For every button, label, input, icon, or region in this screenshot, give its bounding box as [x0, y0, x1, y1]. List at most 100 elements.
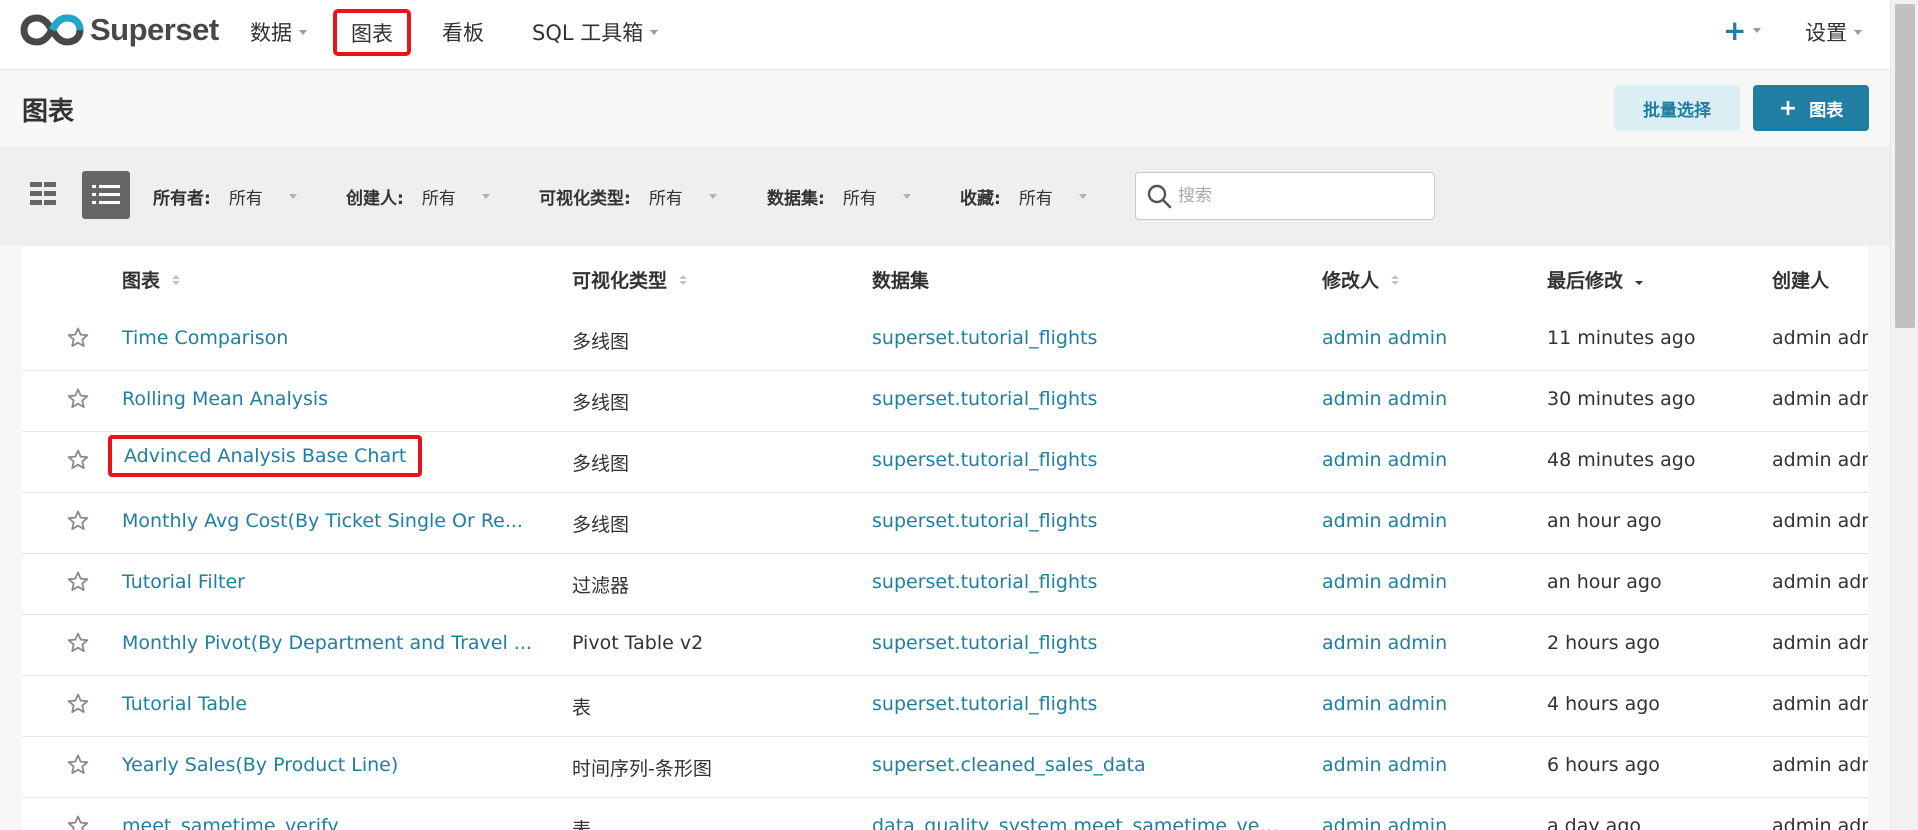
chart-name-link[interactable]: Tutorial Table [122, 693, 247, 715]
star-icon[interactable] [66, 387, 90, 415]
table-row: Time Comparison 多线图 superset.tutorial_flig… [22, 310, 1868, 371]
filter-bar: 所有者: 所有 创建人: 所有 可视化类型: 所有 数据集: 所有 收藏: 所有 [0, 146, 1890, 246]
viz-type-cell: 过滤器 [572, 575, 630, 597]
scrollbar-thumb[interactable] [1895, 4, 1915, 328]
dataset-link[interactable]: superset.cleaned_sales_data [872, 754, 1146, 776]
created-by-cell: admin admin [1772, 632, 1868, 654]
filter-owner-label: 所有者: [153, 189, 211, 209]
star-icon[interactable] [66, 326, 90, 354]
table-row: Tutorial Filter 过滤器 superset.tutorial_flig… [22, 554, 1868, 615]
filter-viz-type-value: 所有 [648, 189, 683, 209]
modified-by-link[interactable]: admin admin [1322, 754, 1447, 776]
modified-by-link[interactable]: admin admin [1322, 327, 1447, 349]
nav-sql-lab-menu[interactable]: SQL 工具箱 [532, 17, 659, 47]
table-row: Monthly Avg Cost(By Ticket Single Or Re.… [22, 493, 1868, 554]
star-icon[interactable] [66, 570, 90, 598]
add-chart-button[interactable]: + 图表 [1753, 85, 1869, 131]
column-header-modified-by[interactable]: 修改人 [1322, 266, 1400, 293]
nav-data-menu[interactable]: 数据 [250, 17, 307, 47]
bulk-select-button[interactable]: 批量选择 [1614, 85, 1740, 131]
nav-settings-menu[interactable]: 设置 [1805, 17, 1862, 47]
filter-dataset-value: 所有 [842, 189, 877, 209]
chart-name-link[interactable]: meet_sametime_verify [122, 815, 339, 830]
table-row: Yearly Sales(By Product Line) 时间序列-条形图 sup… [22, 737, 1868, 798]
filter-dataset-label: 数据集: [767, 189, 825, 209]
sort-icon [172, 274, 181, 285]
column-header-created-by: 创建人 [1772, 266, 1829, 293]
star-icon[interactable] [66, 631, 90, 659]
column-header-last-modified[interactable]: 最后修改 [1547, 266, 1644, 293]
created-by-cell: admin admin [1772, 510, 1868, 532]
plus-icon: + [1778, 95, 1798, 121]
dataset-link[interactable]: superset.tutorial_flights [872, 693, 1097, 715]
viz-type-cell: Pivot Table v2 [572, 632, 704, 654]
new-item-menu[interactable]: + [1723, 14, 1762, 47]
chart-name-link[interactable]: Monthly Avg Cost(By Ticket Single Or Re.… [122, 510, 523, 532]
modified-by-link[interactable]: admin admin [1322, 693, 1447, 715]
filter-dataset[interactable]: 数据集: 所有 [767, 184, 911, 209]
plus-icon: + [1723, 14, 1747, 47]
table-body: Time Comparison 多线图 superset.tutorial_flig… [22, 310, 1868, 830]
chart-name-link[interactable]: Yearly Sales(By Product Line) [122, 754, 398, 776]
dataset-link[interactable]: superset.tutorial_flights [872, 388, 1097, 410]
star-icon[interactable] [66, 448, 90, 476]
last-modified-cell: 4 hours ago [1547, 693, 1660, 715]
search-input[interactable] [1178, 181, 1418, 211]
filter-viz-type[interactable]: 可视化类型: 所有 [539, 184, 717, 209]
star-icon[interactable] [66, 753, 90, 781]
dataset-link[interactable]: superset.tutorial_flights [872, 449, 1097, 471]
last-modified-cell: 11 minutes ago [1547, 327, 1696, 349]
column-header-chart[interactable]: 图表 [122, 266, 181, 293]
star-icon[interactable] [66, 814, 90, 830]
chevron-down-icon [902, 194, 911, 199]
table-row: meet_sametime_verify 表 data_quality_system… [22, 798, 1868, 830]
dataset-link[interactable]: data_quality_system.meet_sametime_verify [872, 815, 1282, 830]
table-header: 图表 可视化类型 数据集 修改人 最后修改 创建人 [22, 246, 1868, 310]
filter-viz-type-label: 可视化类型: [539, 189, 631, 209]
created-by-cell: admin admin [1772, 693, 1868, 715]
card-view-toggle[interactable] [26, 178, 58, 210]
filter-favorite[interactable]: 收藏: 所有 [960, 184, 1087, 209]
dataset-link[interactable]: superset.tutorial_flights [872, 632, 1097, 654]
nav-charts[interactable]: 图表 [333, 9, 411, 56]
superset-logo[interactable]: Superset [20, 10, 219, 50]
search-icon [1147, 184, 1172, 209]
filter-owner[interactable]: 所有者: 所有 [153, 184, 297, 209]
dataset-link[interactable]: superset.tutorial_flights [872, 510, 1097, 532]
chevron-down-icon [1078, 194, 1087, 199]
star-icon[interactable] [66, 692, 90, 720]
table-row: Advinced Analysis Base Chart 多线图 superset.… [22, 432, 1868, 493]
modified-by-link[interactable]: admin admin [1322, 510, 1447, 532]
sort-icon [679, 274, 688, 285]
modified-by-link[interactable]: admin admin [1322, 815, 1447, 830]
created-by-cell: admin admin [1772, 327, 1868, 349]
page-scrollbar[interactable] [1890, 0, 1918, 830]
dataset-link[interactable]: superset.tutorial_flights [872, 327, 1097, 349]
chart-name-link[interactable]: Tutorial Filter [122, 571, 245, 593]
modified-by-link[interactable]: admin admin [1322, 449, 1447, 471]
modified-by-link[interactable]: admin admin [1322, 571, 1447, 593]
nav-dashboards[interactable]: 看板 [442, 17, 484, 47]
modified-by-link[interactable]: admin admin [1322, 388, 1447, 410]
filter-favorite-value: 所有 [1018, 189, 1053, 209]
chart-name-link[interactable]: Time Comparison [122, 327, 288, 349]
chart-name-link[interactable]: Advinced Analysis Base Chart [108, 435, 423, 477]
chevron-down-icon [1753, 28, 1762, 33]
column-header-label: 数据集 [872, 270, 930, 292]
created-by-cell: admin admin [1772, 388, 1868, 410]
filter-creator[interactable]: 创建人: 所有 [346, 184, 490, 209]
viz-type-cell: 表 [572, 697, 592, 719]
created-by-cell: admin admin [1772, 571, 1868, 593]
chart-name-link[interactable]: Rolling Mean Analysis [122, 388, 328, 410]
dataset-link[interactable]: superset.tutorial_flights [872, 571, 1097, 593]
sort-desc-icon [1635, 275, 1644, 285]
star-icon[interactable] [66, 509, 90, 537]
chart-name-link[interactable]: Monthly Pivot(By Department and Travel .… [122, 632, 532, 654]
created-by-cell: admin admin [1772, 815, 1868, 830]
modified-by-link[interactable]: admin admin [1322, 632, 1447, 654]
list-icon-part [92, 193, 96, 196]
list-view-toggle[interactable] [82, 171, 130, 219]
column-header-dataset: 数据集 [872, 266, 929, 293]
page-title: 图表 [22, 97, 75, 127]
column-header-viz-type[interactable]: 可视化类型 [572, 266, 688, 293]
